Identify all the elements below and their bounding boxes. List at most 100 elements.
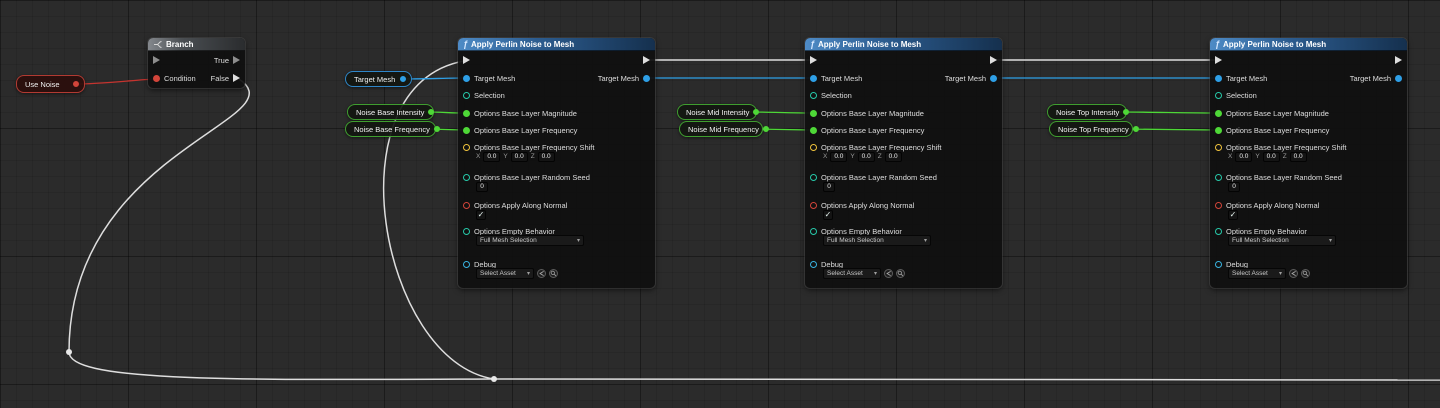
var-node-noise-top-frequency[interactable]: Noise Top Frequency <box>1049 121 1139 137</box>
function-node-header[interactable]: ƒ Apply Perlin Noise to Mesh <box>1210 38 1407 51</box>
pin-label: Options Apply Along Normal <box>1226 200 1320 210</box>
target-mesh-out-pin[interactable] <box>1395 74 1402 82</box>
debug-pin[interactable] <box>463 260 470 268</box>
false-exec-out-pin[interactable] <box>233 74 240 82</box>
branch-node-header[interactable]: Branch <box>148 38 245 51</box>
frequency-pin[interactable] <box>810 126 817 134</box>
float-output-pin[interactable] <box>762 126 769 132</box>
target-mesh-in-pin[interactable] <box>463 74 470 82</box>
empty-behavior-pin[interactable] <box>463 227 470 235</box>
random-seed-pin[interactable] <box>810 173 817 181</box>
random-seed-pin[interactable] <box>463 173 470 181</box>
blueprint-graph-canvas[interactable]: Use Noise Branch True Condition False Ta… <box>0 0 1440 408</box>
branch-node[interactable]: Branch True Condition False <box>148 38 245 88</box>
function-node-header[interactable]: ƒ Apply Perlin Noise to Mesh <box>458 38 655 51</box>
z-value-field[interactable]: 0.0 <box>1289 151 1307 162</box>
browse-asset-button[interactable] <box>896 269 905 278</box>
var-node-use-noise[interactable]: Use Noise <box>16 75 85 93</box>
bool-output-pin[interactable] <box>73 81 79 87</box>
apply-perlin-noise-node-3[interactable]: ƒ Apply Perlin Noise to Mesh Target Mesh… <box>1210 38 1407 288</box>
true-exec-out-pin[interactable] <box>233 56 240 64</box>
debug-asset-dropdown[interactable]: Select Asset ▾ <box>823 268 881 279</box>
reroute-node-2[interactable] <box>491 376 497 382</box>
z-value-field[interactable]: 0.0 <box>884 151 902 162</box>
var-node-noise-top-intensity[interactable]: Noise Top Intensity <box>1047 104 1130 120</box>
exec-in-pin[interactable] <box>1215 56 1222 64</box>
debug-asset-dropdown[interactable]: Select Asset ▾ <box>476 268 534 279</box>
selection-pin[interactable] <box>1215 91 1222 99</box>
float-output-pin[interactable] <box>428 109 435 115</box>
condition-bool-pin[interactable] <box>153 74 160 82</box>
frequency-shift-pin[interactable] <box>463 143 470 151</box>
random-seed-field[interactable]: 0 <box>1228 181 1240 192</box>
random-seed-pin[interactable] <box>1215 173 1222 181</box>
debug-pin[interactable] <box>1215 260 1222 268</box>
selection-pin[interactable] <box>463 91 470 99</box>
exec-wire-reroute1-to-reroute2[interactable] <box>68 351 495 381</box>
target-mesh-in-pin[interactable] <box>810 74 817 82</box>
exec-out-pin[interactable] <box>990 56 997 64</box>
exec-in-pin[interactable] <box>810 56 817 64</box>
frequency-shift-pin[interactable] <box>1215 143 1222 151</box>
use-selected-asset-button[interactable] <box>537 269 546 278</box>
browse-asset-button[interactable] <box>1301 269 1310 278</box>
exec-wire-bottom-right[interactable] <box>493 378 1440 381</box>
empty-behavior-dropdown[interactable]: Full Mesh Selection ▾ <box>1228 235 1336 246</box>
var-node-noise-base-frequency[interactable]: Noise Base Frequency <box>345 121 440 137</box>
random-seed-field[interactable]: 0 <box>476 181 488 192</box>
apply-along-normal-pin[interactable] <box>463 201 470 209</box>
debug-asset-dropdown[interactable]: Select Asset ▾ <box>1228 268 1286 279</box>
y-value-field[interactable]: 0.0 <box>857 151 875 162</box>
frequency-shift-pin[interactable] <box>810 143 817 151</box>
float-output-pin[interactable] <box>433 126 440 132</box>
target-mesh-out-pin[interactable] <box>990 74 997 82</box>
var-node-noise-mid-intensity[interactable]: Noise Mid Intensity <box>677 104 760 120</box>
bool-wire-usenoise-to-condition[interactable] <box>75 78 156 85</box>
use-selected-asset-button[interactable] <box>1289 269 1298 278</box>
apply-along-normal-pin[interactable] <box>1215 201 1222 209</box>
exec-in-pin[interactable] <box>153 56 160 64</box>
apply-along-normal-checkbox[interactable]: ✓ <box>1228 209 1238 220</box>
object-output-pin[interactable] <box>400 76 406 82</box>
frequency-pin[interactable] <box>463 126 470 134</box>
target-mesh-in-pin[interactable] <box>1215 74 1222 82</box>
magnitude-pin[interactable] <box>463 109 470 117</box>
apply-along-normal-checkbox[interactable]: ✓ <box>476 209 486 220</box>
empty-behavior-pin[interactable] <box>1215 227 1222 235</box>
z-value-field[interactable]: 0.0 <box>537 151 555 162</box>
empty-behavior-dropdown[interactable]: Full Mesh Selection ▾ <box>476 235 584 246</box>
apply-along-normal-checkbox[interactable]: ✓ <box>823 209 833 220</box>
empty-behavior-dropdown[interactable]: Full Mesh Selection ▾ <box>823 235 931 246</box>
object-wire-targetmesh-to-node1[interactable] <box>402 77 466 80</box>
selection-pin[interactable] <box>810 91 817 99</box>
y-value-field[interactable]: 0.0 <box>510 151 528 162</box>
apply-along-normal-pin[interactable] <box>810 201 817 209</box>
exec-out-pin[interactable] <box>643 56 650 64</box>
frequency-pin[interactable] <box>1215 126 1222 134</box>
exec-in-pin[interactable] <box>463 56 470 64</box>
apply-perlin-noise-node-1[interactable]: ƒ Apply Perlin Noise to Mesh Target Mesh… <box>458 38 655 288</box>
x-value-field[interactable]: 0.0 <box>483 151 501 162</box>
magnitude-pin[interactable] <box>810 109 817 117</box>
debug-pin[interactable] <box>810 260 817 268</box>
exec-wire-branch-false-to-reroute1[interactable] <box>68 78 250 353</box>
random-seed-field[interactable]: 0 <box>823 181 835 192</box>
browse-asset-button[interactable] <box>549 269 558 278</box>
magnitude-pin[interactable] <box>1215 109 1222 117</box>
var-node-target-mesh[interactable]: Target Mesh <box>345 71 412 87</box>
x-value-field[interactable]: 0.0 <box>1235 151 1253 162</box>
exec-out-pin[interactable] <box>1395 56 1402 64</box>
function-node-header[interactable]: ƒ Apply Perlin Noise to Mesh <box>805 38 1002 51</box>
var-node-noise-base-intensity[interactable]: Noise Base Intensity <box>347 104 435 120</box>
target-mesh-out-pin[interactable] <box>643 74 650 82</box>
x-value-field[interactable]: 0.0 <box>830 151 848 162</box>
apply-along-normal-row: Options Apply Along Normal <box>1215 198 1402 212</box>
reroute-node-1[interactable] <box>66 349 72 355</box>
float-wire-top-intensity[interactable] <box>1117 111 1217 114</box>
empty-behavior-pin[interactable] <box>810 227 817 235</box>
var-node-noise-mid-frequency[interactable]: Noise Mid Frequency <box>679 121 769 137</box>
apply-perlin-noise-node-2[interactable]: ƒ Apply Perlin Noise to Mesh Target Mesh… <box>805 38 1002 288</box>
float-output-pin[interactable] <box>1132 126 1139 132</box>
use-selected-asset-button[interactable] <box>884 269 893 278</box>
y-value-field[interactable]: 0.0 <box>1262 151 1280 162</box>
